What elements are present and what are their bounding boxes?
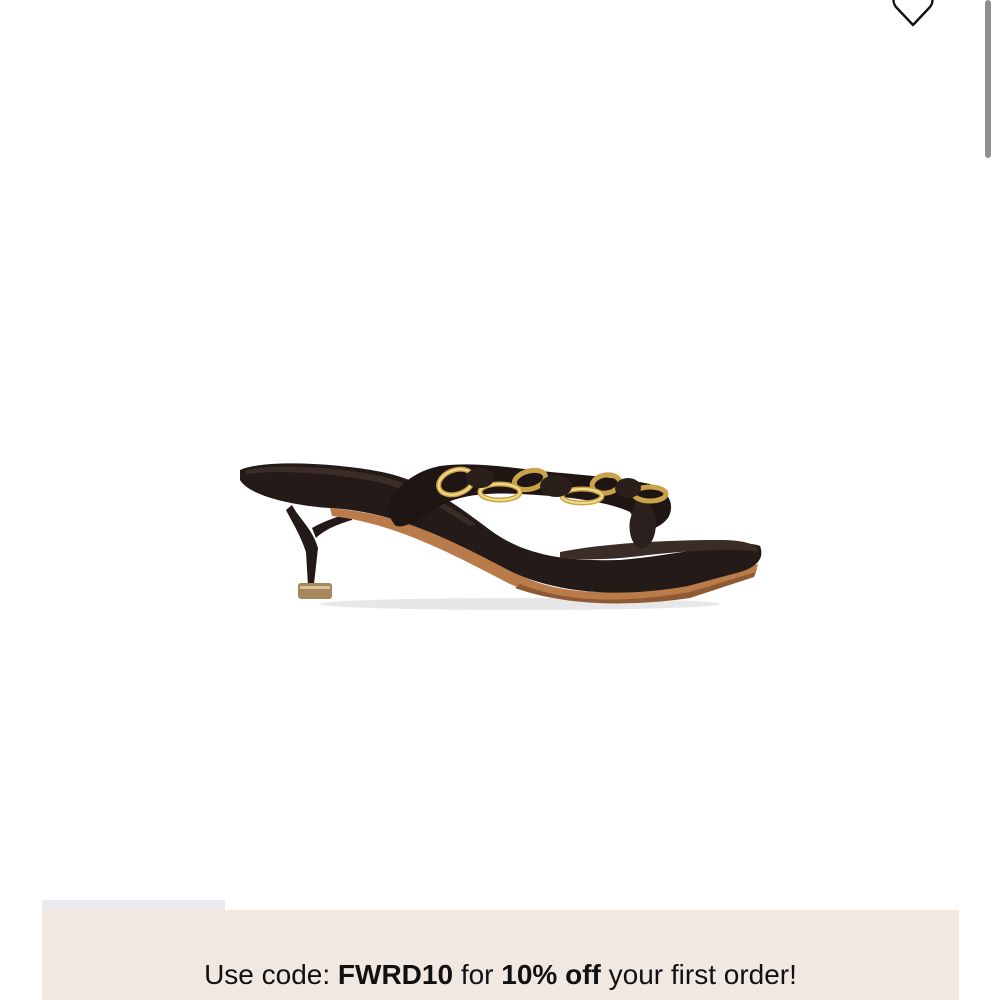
promo-discount: 10% off [501, 959, 601, 990]
promo-prefix: Use code: [204, 959, 338, 990]
product-image[interactable] [220, 440, 780, 620]
promo-code: FWRD10 [337, 959, 454, 990]
promo-banner: Use code: FWRD10 for 10% off your first … [42, 910, 959, 1000]
heart-icon [892, 0, 934, 27]
promo-suffix: your first order! [600, 959, 797, 990]
wishlist-button[interactable] [888, 0, 938, 32]
scrollbar[interactable] [985, 0, 991, 158]
promo-middle: for [453, 959, 502, 990]
product-page: Use code: FWRD10 for 10% off your first … [0, 0, 1000, 1000]
